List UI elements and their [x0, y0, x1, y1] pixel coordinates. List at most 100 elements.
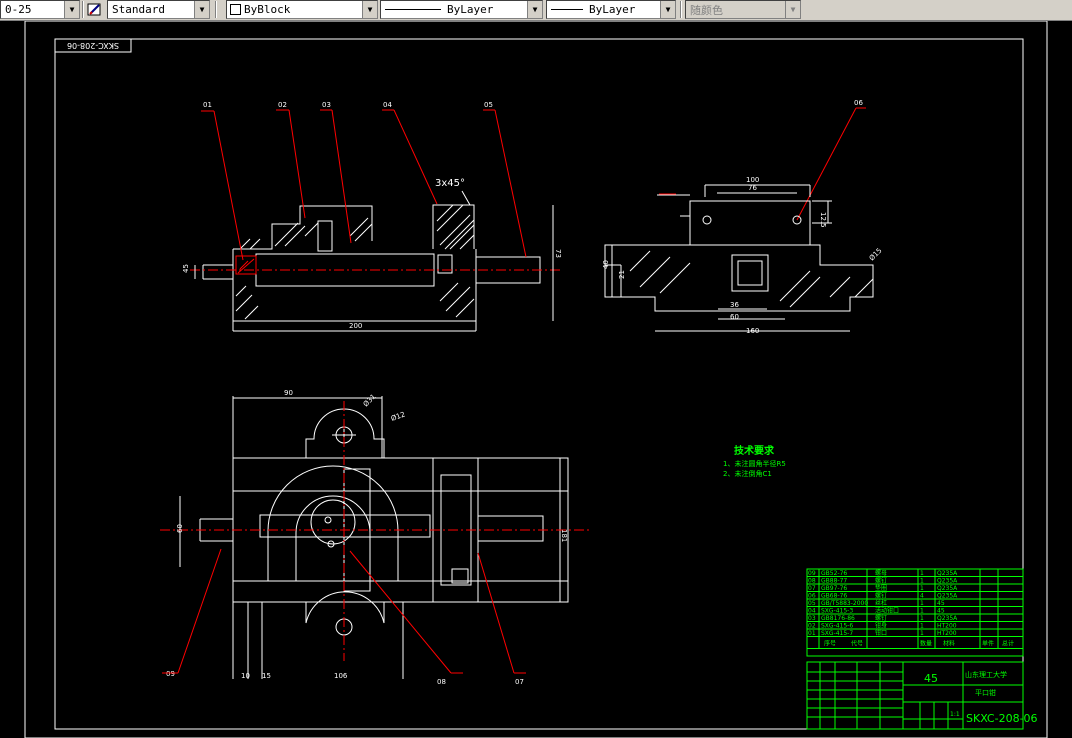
tech-req-title: 技术要求: [734, 444, 775, 457]
svg-text:Ø15: Ø15: [868, 247, 884, 263]
bom-cell: 钳身: [875, 622, 887, 630]
part-label-group: 01 02 03 04 05 06 07 08 09: [166, 99, 863, 686]
title-code: SKXC-208-06: [966, 712, 1038, 725]
bom-cell: 1: [920, 600, 924, 607]
technical-requirements: 技术要求 1、未注圆角半径R5 2、未注倒角C1: [723, 444, 786, 478]
bom-cell: Q235A: [937, 615, 958, 622]
svg-text:Ø31: Ø31: [362, 393, 378, 409]
bom-cell: HT200: [937, 623, 957, 630]
side-view: [604, 184, 874, 332]
bom-cell: SXG-415-6: [821, 623, 853, 630]
svg-text:60: 60: [176, 524, 184, 533]
svg-text:21: 21: [618, 270, 626, 279]
bom-header-cell: 代号: [851, 640, 863, 648]
mirrored-code: SKXC-208-06: [67, 41, 119, 50]
bom-header-cell: 数量: [920, 640, 932, 648]
textstyle-dropdown[interactable]: Standard ▼: [107, 0, 210, 19]
svg-text:60: 60: [730, 313, 739, 321]
bom-cell: 螺钉: [875, 577, 887, 585]
svg-text:Ø12: Ø12: [390, 410, 406, 422]
bom-cell: 钳口: [875, 629, 887, 637]
text-style-icon[interactable]: [86, 1, 104, 18]
chevron-down-icon[interactable]: ▼: [64, 1, 79, 18]
bom-cell: GB88-77: [821, 578, 847, 585]
bom-cell: GB8176-86: [821, 615, 855, 622]
bom-cell: 1: [920, 630, 924, 637]
bom-cell: 活动钳口: [875, 607, 899, 615]
bom-cell: Q235A: [937, 570, 958, 577]
bom-cell: 1: [920, 578, 924, 585]
chevron-down-icon[interactable]: ▼: [194, 1, 209, 18]
plan-centerlines: [160, 401, 590, 661]
tech-req-line1: 1、未注圆角半径R5: [723, 459, 786, 468]
plotstyle-dropdown: 随颜色 ▼: [685, 0, 801, 19]
svg-text:181: 181: [560, 529, 568, 542]
bom-cell: 1: [920, 585, 924, 592]
chevron-down-icon[interactable]: ▼: [660, 1, 675, 18]
textstyle-value: Standard: [112, 3, 165, 16]
title-part-name: 平口钳: [975, 688, 996, 697]
bom-cell: SXG-415-7: [821, 630, 853, 637]
bom-cell: GB52-76: [821, 570, 847, 577]
bom-cell: 03: [808, 615, 816, 622]
svg-text:08: 08: [437, 678, 446, 686]
svg-text:02: 02: [278, 101, 287, 109]
svg-text:160: 160: [746, 327, 759, 335]
bom-cell: Q235A: [937, 578, 958, 585]
svg-text:15: 15: [262, 672, 271, 680]
bom-cell: 1: [920, 570, 924, 577]
bom-cell: GB97-76: [821, 585, 847, 592]
bom-cell: HT200: [937, 630, 957, 637]
toolbar-separator: [680, 1, 682, 18]
bom-cell: Q235A: [937, 593, 958, 600]
chevron-down-icon[interactable]: ▼: [527, 1, 542, 18]
svg-text:03: 03: [322, 101, 331, 109]
svg-text:01: 01: [203, 101, 212, 109]
svg-text:73: 73: [554, 249, 562, 258]
bom-cell: GB/T5883-2000: [821, 600, 868, 607]
toolbar-separator: [82, 1, 84, 18]
svg-text:200: 200: [349, 322, 362, 330]
svg-text:76: 76: [748, 184, 757, 192]
bom-cell: 08: [808, 578, 816, 585]
leader-lines-top: [201, 107, 866, 261]
title-school: 山东理工大学: [965, 670, 1007, 679]
bom-cell: 1: [920, 623, 924, 630]
bom-cell: 05: [808, 600, 816, 607]
bom-cell: 45: [937, 608, 945, 615]
toolbar-separator: [215, 1, 217, 18]
bom-header-cell: 序号: [824, 640, 836, 648]
lineweight-dropdown[interactable]: ByLayer ▼: [546, 0, 676, 19]
bom-cell: 4: [920, 593, 924, 600]
lineweight-sample: [551, 9, 583, 10]
front-section-view: [190, 204, 560, 331]
svg-text:40: 40: [602, 260, 610, 269]
svg-text:10: 10: [241, 672, 250, 680]
svg-text:100: 100: [746, 176, 759, 184]
linetype-sample: [385, 9, 441, 10]
bom-cell: 螺钉: [875, 614, 887, 622]
svg-text:45: 45: [182, 264, 190, 273]
bom-header-cell: 单件: [982, 640, 994, 648]
plotstyle-value: 随颜色: [690, 3, 723, 17]
dimstyle-dropdown[interactable]: 0-25 ▼: [0, 0, 80, 19]
linetype-dropdown[interactable]: ByLayer ▼: [380, 0, 543, 19]
chevron-down-icon[interactable]: ▼: [362, 1, 377, 18]
drawing-canvas[interactable]: SKXC-208-06 01 02 03 04 05 06 07 08 09 3…: [0, 21, 1072, 738]
svg-text:12.5: 12.5: [819, 212, 827, 228]
svg-text:3x45°: 3x45°: [435, 178, 465, 189]
title-scale: 1:1: [950, 711, 960, 718]
bom-cell: 07: [808, 585, 816, 592]
bom-cell: 06: [808, 593, 816, 600]
svg-text:106: 106: [334, 672, 348, 680]
svg-text:05: 05: [484, 101, 493, 109]
svg-text:36: 36: [730, 301, 739, 309]
color-swatch: [230, 4, 241, 15]
color-dropdown[interactable]: ByBlock ▼: [226, 0, 378, 19]
svg-text:07: 07: [515, 678, 524, 686]
svg-text:90: 90: [284, 389, 293, 397]
bom-cell: 1: [920, 615, 924, 622]
bom-cell: 垫圈: [875, 584, 887, 592]
svg-text:04: 04: [383, 101, 392, 109]
plan-dimensions: 90 Ø31 Ø12 60 181 10 15 106: [176, 389, 568, 680]
